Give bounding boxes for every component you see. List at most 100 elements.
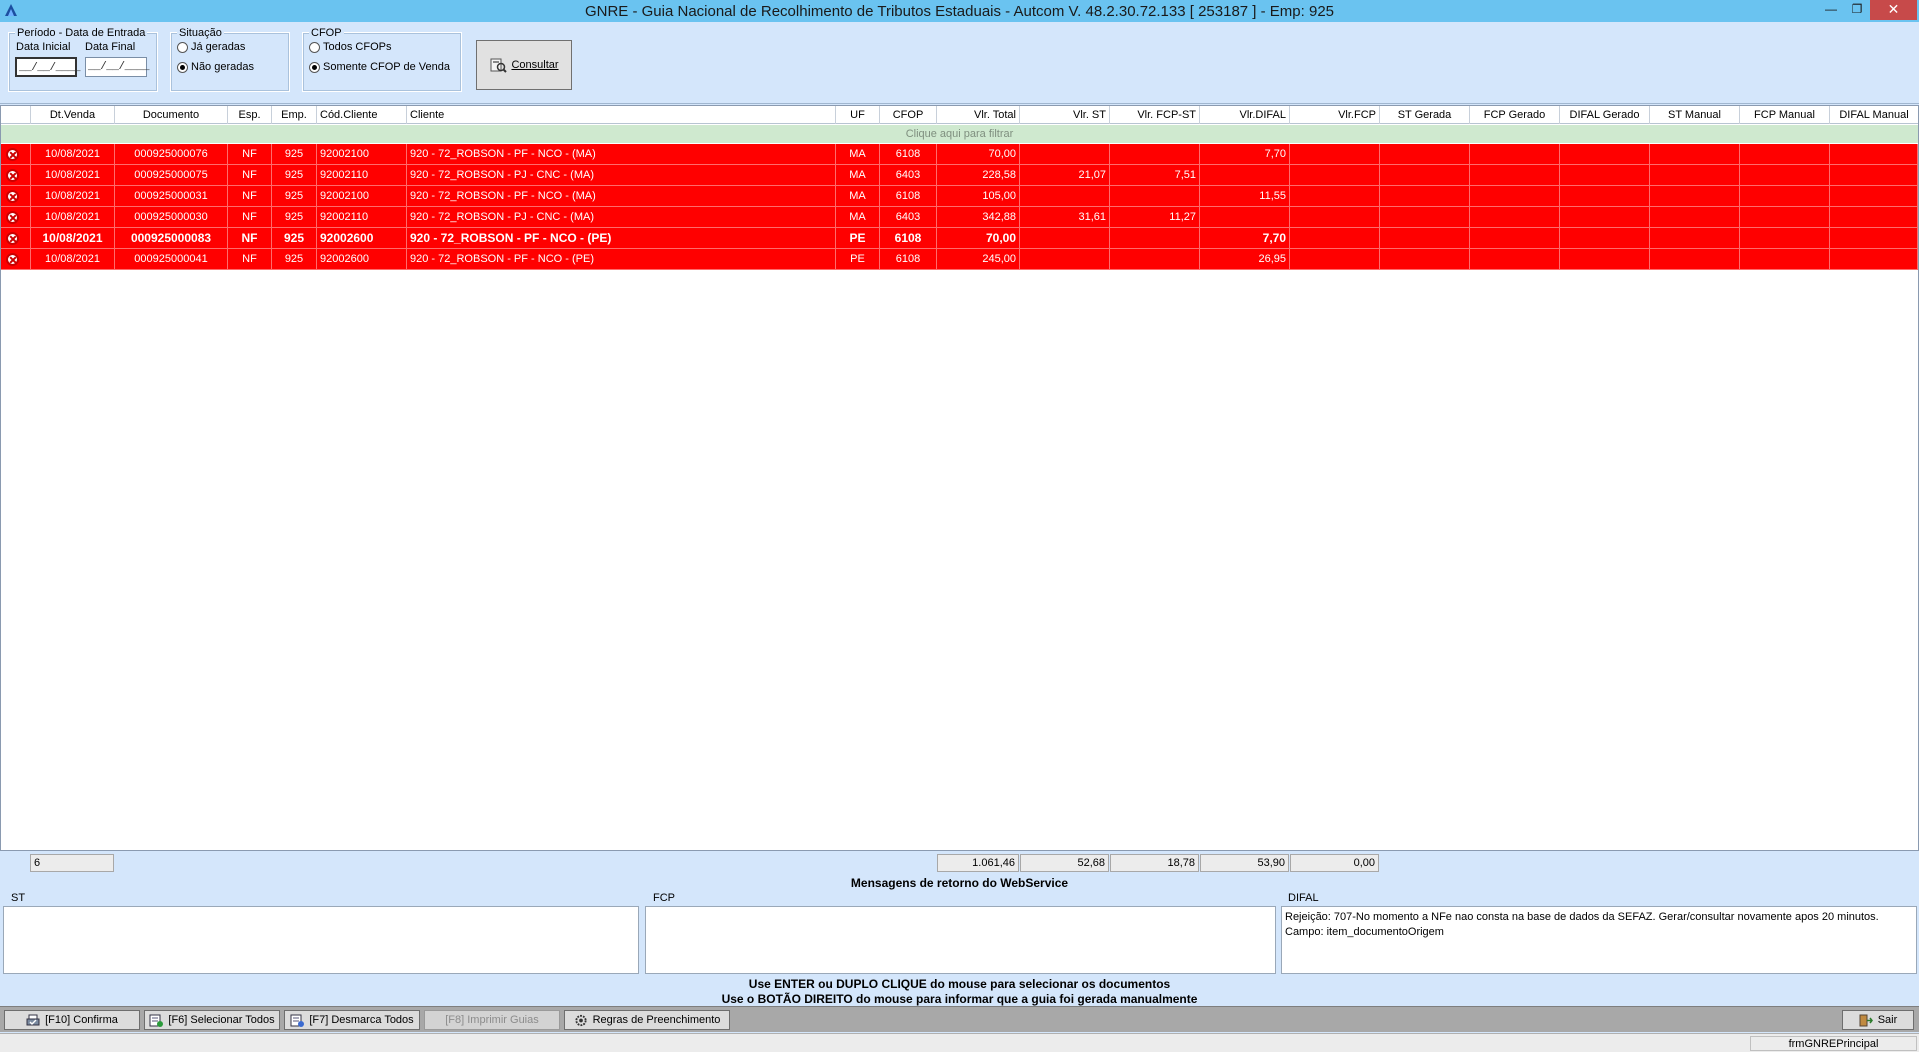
row-status-cell[interactable] [1,249,31,270]
cell-documento: 000925000083 [115,228,228,249]
header-vlr-total[interactable]: Vlr. Total [937,106,1020,124]
regras-preenchimento-button[interactable]: Regras de Preenchimento [564,1010,730,1030]
minimize-button[interactable]: — [1818,0,1844,20]
data-inicial-input[interactable]: __/__/____ [15,57,81,77]
cell-fcp-manual [1740,228,1830,249]
cell-cfop: 6108 [880,228,937,249]
consultar-label: Consultar [511,59,559,71]
cell-uf: MA [836,144,880,165]
cell-st-manual [1650,228,1740,249]
cell-vlr-fcp [1290,228,1380,249]
radio-nao-geradas[interactable]: Não geradas [177,61,254,73]
select-all-icon [149,1014,164,1027]
header-difal-manual[interactable]: DIFAL Manual [1830,106,1918,124]
error-icon [6,169,19,182]
grid-header: Dt.Venda Documento Esp. Emp. Cód.Cliente… [1,106,1918,124]
cell-cliente: 920 - 72_ROBSON - PJ - CNC - (MA) [407,207,836,228]
desmarca-todos-button[interactable]: [F7] Desmarca Todos [284,1010,420,1030]
cell-fcp-manual [1740,249,1830,270]
table-row[interactable]: 10/08/2021 000925000083 NF 925 92002600 920 -… [1,228,1918,249]
cell-emp: 925 [272,249,317,270]
row-status-cell[interactable] [1,207,31,228]
header-dt-venda[interactable]: Dt.Venda [31,106,115,124]
selecionar-todos-label: [F6] Selecionar Todos [168,1014,275,1026]
header-fcp-manual[interactable]: FCP Manual [1740,106,1830,124]
header-documento[interactable]: Documento [115,106,228,124]
row-status-cell[interactable] [1,144,31,165]
radio-somente-cfop-venda[interactable]: Somente CFOP de Venda [309,61,450,73]
header-esp[interactable]: Esp. [228,106,272,124]
header-vlr-fcp[interactable]: Vlr.FCP [1290,106,1380,124]
cell-esp: NF [228,249,272,270]
error-icon [6,232,19,245]
fcp-message-box[interactable] [645,906,1276,974]
maximize-button[interactable]: ❐ [1844,0,1870,20]
radio-todos-cfops-label: Todos CFOPs [323,41,392,53]
table-row[interactable]: 10/08/2021 000925000031 NF 925 92002100 920 -… [1,186,1918,207]
table-row[interactable]: 10/08/2021 000925000076 NF 925 92002100 920 -… [1,144,1918,165]
row-status-cell[interactable] [1,165,31,186]
cell-documento: 000925000030 [115,207,228,228]
cell-difal-gerado [1560,186,1650,207]
header-uf[interactable]: UF [836,106,880,124]
header-difal-gerado[interactable]: DIFAL Gerado [1560,106,1650,124]
cell-vlr-fcp [1290,207,1380,228]
header-cod-cliente[interactable]: Cód.Cliente [317,106,407,124]
data-final-input[interactable]: __/__/____ [85,57,150,77]
gear-icon [575,1014,587,1026]
header-cfop[interactable]: CFOP [880,106,937,124]
cell-esp: NF [228,207,272,228]
deselect-all-icon [290,1014,305,1027]
header-vlr-st[interactable]: Vlr. ST [1020,106,1110,124]
cell-vlr-total: 70,00 [937,144,1020,165]
cell-cfop: 6403 [880,165,937,186]
radio-nao-geradas-circle [177,61,188,73]
printer-check-icon [26,1014,40,1025]
cfop-group-title: CFOP [309,27,344,39]
header-st-gerada[interactable]: ST Gerada [1380,106,1470,124]
cell-emp: 925 [272,207,317,228]
radio-ja-geradas[interactable]: Já geradas [177,41,245,53]
close-button[interactable]: ✕ [1870,0,1917,20]
cell-vlr-total: 245,00 [937,249,1020,270]
cell-emp: 925 [272,165,317,186]
imprimir-guias-button[interactable]: [F8] Imprimir Guias [424,1010,560,1030]
header-vlr-difal[interactable]: Vlr.DIFAL [1200,106,1290,124]
cell-st-gerada [1380,249,1470,270]
confirma-button[interactable]: [F10] Confirma [4,1010,140,1030]
grid-filter-row[interactable]: Clique aqui para filtrar [1,125,1918,143]
difal-message-box[interactable]: Rejeição: 707-No momento a NFe nao const… [1281,906,1917,974]
table-row[interactable]: 10/08/2021 000925000041 NF 925 92002600 920 -… [1,249,1918,270]
documents-grid[interactable]: Dt.Venda Documento Esp. Emp. Cód.Cliente… [0,105,1919,851]
total-vlr-st: 52,68 [1020,854,1109,872]
cell-cod-cliente: 92002100 [317,186,407,207]
difal-message-label: DIFAL [1288,892,1319,904]
title-bar: GNRE - Guia Nacional de Recolhimento de … [0,0,1919,22]
header-cliente[interactable]: Cliente [407,106,836,124]
row-status-cell[interactable] [1,186,31,207]
cell-vlr-fcp-st [1110,186,1200,207]
instruction-line-1: Use ENTER ou DUPLO CLIQUE do mouse para … [748,977,1171,991]
table-row[interactable]: 10/08/2021 000925000075 NF 925 92002110 920 -… [1,165,1918,186]
cell-vlr-fcp-st [1110,249,1200,270]
radio-todos-cfops[interactable]: Todos CFOPs [309,41,391,53]
consultar-button[interactable]: Consultar [476,40,572,90]
cell-fcp-manual [1740,207,1830,228]
st-message-box[interactable] [3,906,639,974]
cell-uf: PE [836,228,880,249]
total-vlr-total: 1.061,46 [937,854,1019,872]
cell-st-gerada [1380,207,1470,228]
header-emp[interactable]: Emp. [272,106,317,124]
sair-button[interactable]: Sair [1842,1010,1914,1030]
cell-uf: MA [836,165,880,186]
table-row[interactable]: 10/08/2021 000925000030 NF 925 92002110 920 -… [1,207,1918,228]
header-vlr-fcp-st[interactable]: Vlr. FCP-ST [1110,106,1200,124]
row-status-cell[interactable] [1,228,31,249]
cell-esp: NF [228,186,272,207]
header-st-manual[interactable]: ST Manual [1650,106,1740,124]
header-fcp-gerado[interactable]: FCP Gerado [1470,106,1560,124]
cell-difal-gerado [1560,228,1650,249]
cell-uf: MA [836,186,880,207]
cell-difal-manual [1830,144,1918,165]
selecionar-todos-button[interactable]: [F6] Selecionar Todos [144,1010,280,1030]
